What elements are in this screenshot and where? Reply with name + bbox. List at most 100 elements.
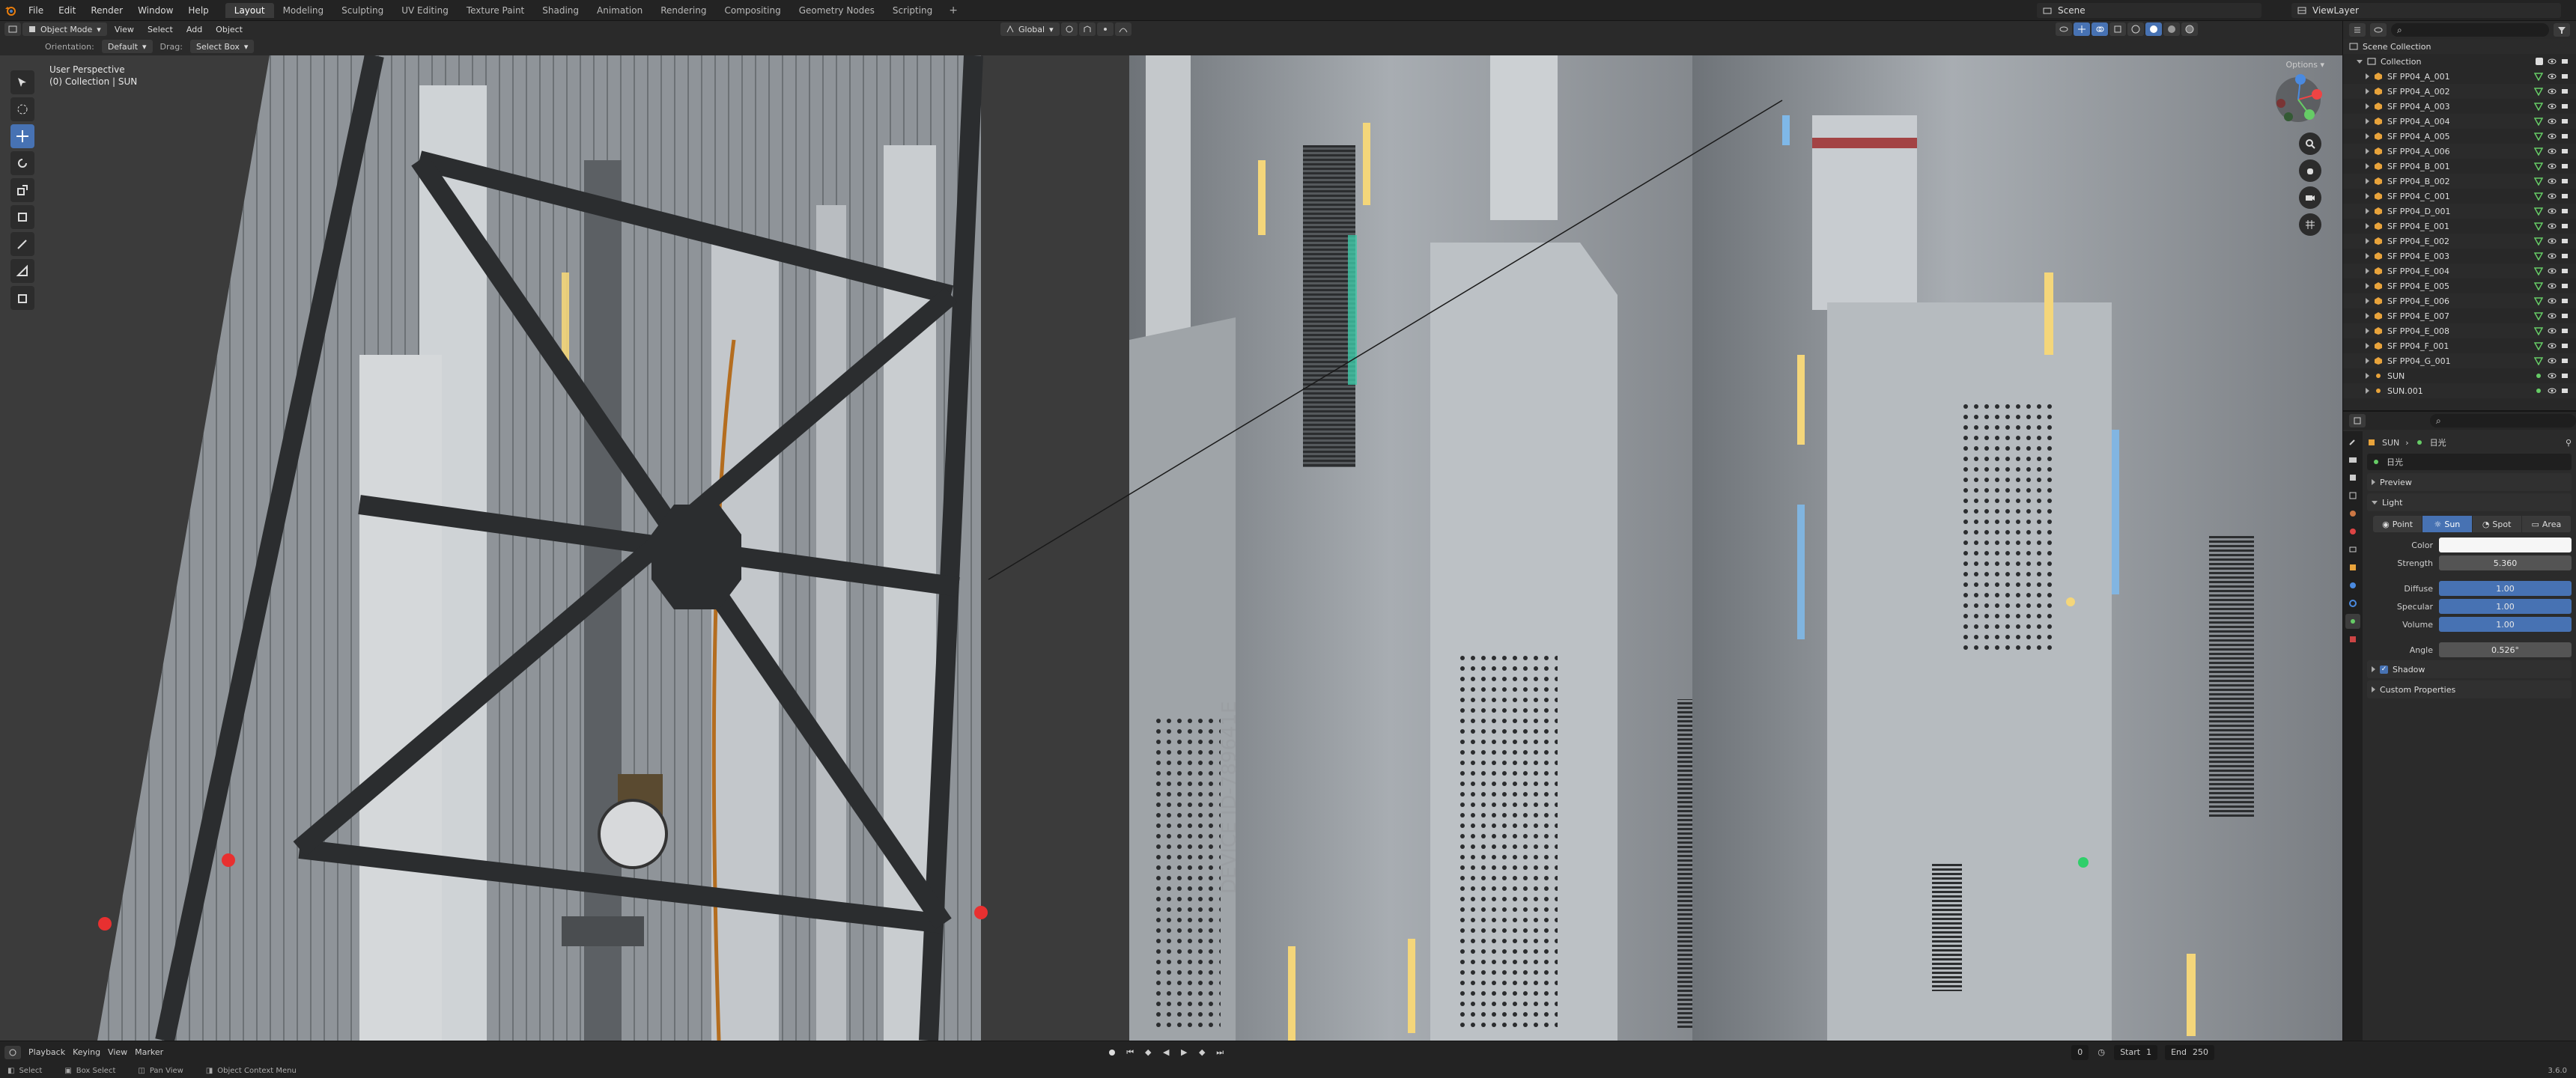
expand-arrow-icon[interactable] xyxy=(2366,73,2369,79)
camera-render-icon[interactable] xyxy=(2561,371,2570,380)
camera-render-icon[interactable] xyxy=(2561,237,2570,246)
light-type-spot[interactable]: ◔ Spot xyxy=(2472,516,2522,532)
expand-arrow-icon[interactable] xyxy=(2366,283,2369,289)
tab-sculpting[interactable]: Sculpting xyxy=(332,3,392,18)
overlay-toggle-icon[interactable] xyxy=(2091,22,2108,36)
eye-icon[interactable] xyxy=(2548,296,2557,305)
shading-material-icon[interactable] xyxy=(2163,22,2180,36)
measure-tool[interactable] xyxy=(10,259,34,283)
camera-render-icon[interactable] xyxy=(2561,356,2570,365)
camera-render-icon[interactable] xyxy=(2561,326,2570,335)
outliner-item[interactable]: SF PP04_A_005 xyxy=(2343,129,2576,144)
shadow-checkbox[interactable]: ✓ xyxy=(2380,665,2388,674)
axis-gizmo-icon[interactable] xyxy=(2272,73,2324,126)
camera-render-icon[interactable] xyxy=(2561,192,2570,201)
diffuse-slider[interactable]: 1.00 xyxy=(2439,581,2572,596)
outliner-item[interactable]: SF PP04_E_002 xyxy=(2343,234,2576,249)
xray-toggle-icon[interactable] xyxy=(2109,22,2126,36)
tab-rendering[interactable]: Rendering xyxy=(651,3,715,18)
expand-arrow-icon[interactable] xyxy=(2366,343,2369,349)
camera-render-icon[interactable] xyxy=(2561,386,2570,395)
menu-timeline-view[interactable]: View xyxy=(108,1047,127,1057)
angle-field[interactable]: 0.526° xyxy=(2439,642,2572,657)
menu-object[interactable]: Object xyxy=(210,22,249,36)
outliner-item[interactable]: SF PP04_A_006 xyxy=(2343,144,2576,159)
start-frame-field[interactable]: Start 1 xyxy=(2114,1044,2158,1060)
outliner-search-input[interactable]: ⌕ xyxy=(2391,23,2549,37)
camera-render-icon[interactable] xyxy=(2561,296,2570,305)
custom-properties-panel-header[interactable]: Custom Properties xyxy=(2367,680,2572,698)
expand-arrow-icon[interactable] xyxy=(2366,133,2369,139)
constraints-tab-icon[interactable] xyxy=(2345,596,2360,611)
orientation-dropdown[interactable]: Default ▾ xyxy=(101,40,153,53)
volume-slider[interactable]: 1.00 xyxy=(2439,617,2572,632)
outliner-item[interactable]: SF PP04_G_001 xyxy=(2343,353,2576,368)
outliner-item[interactable]: SF PP04_A_001 xyxy=(2343,69,2576,84)
expand-arrow-icon[interactable] xyxy=(2366,253,2369,259)
tab-modeling[interactable]: Modeling xyxy=(274,3,333,18)
eye-icon[interactable] xyxy=(2548,162,2557,171)
expand-arrow-icon[interactable] xyxy=(2366,103,2369,109)
expand-arrow-icon[interactable] xyxy=(2366,163,2369,169)
3d-viewport[interactable]: DEVICE ID-789641E User Perspective (0) C… xyxy=(0,55,2342,1041)
scene-selector[interactable]: Scene xyxy=(2037,3,2261,18)
add-cube-tool[interactable] xyxy=(10,286,34,310)
expand-arrow-icon[interactable] xyxy=(2366,238,2369,244)
properties-editor-icon[interactable] xyxy=(2349,414,2366,427)
zoom-icon[interactable] xyxy=(2299,133,2321,155)
eye-icon[interactable] xyxy=(2548,326,2557,335)
eye-icon[interactable] xyxy=(2548,311,2557,320)
light-type-sun[interactable]: ☼ Sun xyxy=(2422,516,2473,532)
options-dropdown[interactable]: Options ▾ xyxy=(2286,60,2324,70)
menu-help[interactable]: Help xyxy=(180,0,216,21)
current-frame-field[interactable]: 0 xyxy=(2071,1044,2089,1060)
snap-icon[interactable] xyxy=(1078,22,1096,36)
editor-type-icon[interactable] xyxy=(4,22,21,36)
outliner-item[interactable]: SF PP04_B_002 xyxy=(2343,174,2576,189)
camera-render-icon[interactable] xyxy=(2561,177,2570,186)
camera-render-icon[interactable] xyxy=(2561,57,2570,66)
outliner-item[interactable]: SF PP04_C_001 xyxy=(2343,189,2576,204)
blender-logo-icon[interactable] xyxy=(0,0,21,21)
expand-arrow-icon[interactable] xyxy=(2366,328,2369,334)
properties-search-input[interactable]: ⌕ xyxy=(2430,414,2576,427)
expand-arrow-icon[interactable] xyxy=(2366,268,2369,274)
menu-window[interactable]: Window xyxy=(130,0,180,21)
color-swatch[interactable] xyxy=(2439,538,2572,552)
jump-start-icon[interactable]: ⏮ xyxy=(1125,1047,1135,1058)
shading-wireframe-icon[interactable] xyxy=(2127,22,2144,36)
tab-shading[interactable]: Shading xyxy=(533,3,588,18)
camera-view-icon[interactable] xyxy=(2299,186,2321,209)
expand-arrow-icon[interactable] xyxy=(2366,298,2369,304)
record-icon[interactable] xyxy=(1107,1047,1117,1058)
eye-icon[interactable] xyxy=(2548,207,2557,216)
eye-icon[interactable] xyxy=(2548,281,2557,290)
camera-render-icon[interactable] xyxy=(2561,222,2570,231)
pivot-point-icon[interactable] xyxy=(1060,22,1078,36)
world-tab-icon[interactable] xyxy=(2345,524,2360,539)
eye-icon[interactable] xyxy=(2548,237,2557,246)
eye-icon[interactable] xyxy=(2548,386,2557,395)
outliner-item[interactable]: SUN.001 xyxy=(2343,383,2576,398)
pan-hand-icon[interactable] xyxy=(2299,159,2321,182)
expand-arrow-icon[interactable] xyxy=(2366,388,2369,394)
shading-solid-icon[interactable] xyxy=(2145,22,2162,36)
proportional-edit-icon[interactable] xyxy=(1096,22,1114,36)
light-panel-header[interactable]: Light xyxy=(2367,493,2572,511)
eye-icon[interactable] xyxy=(2548,341,2557,350)
outliner-item[interactable]: SF PP04_A_004 xyxy=(2343,114,2576,129)
tab-animation[interactable]: Animation xyxy=(588,3,651,18)
eye-icon[interactable] xyxy=(2548,117,2557,126)
camera-render-icon[interactable] xyxy=(2561,267,2570,275)
camera-render-icon[interactable] xyxy=(2561,341,2570,350)
timeline-editor-icon[interactable] xyxy=(4,1045,21,1059)
outliner-item[interactable]: SF PP04_E_004 xyxy=(2343,264,2576,278)
expand-arrow-icon[interactable] xyxy=(2366,208,2369,214)
eye-icon[interactable] xyxy=(2548,132,2557,141)
camera-render-icon[interactable] xyxy=(2561,252,2570,261)
eye-icon[interactable] xyxy=(2548,371,2557,380)
preview-panel-header[interactable]: Preview xyxy=(2367,473,2572,491)
eye-icon[interactable] xyxy=(2548,57,2557,66)
ortho-grid-icon[interactable] xyxy=(2299,213,2321,236)
camera-render-icon[interactable] xyxy=(2561,281,2570,290)
